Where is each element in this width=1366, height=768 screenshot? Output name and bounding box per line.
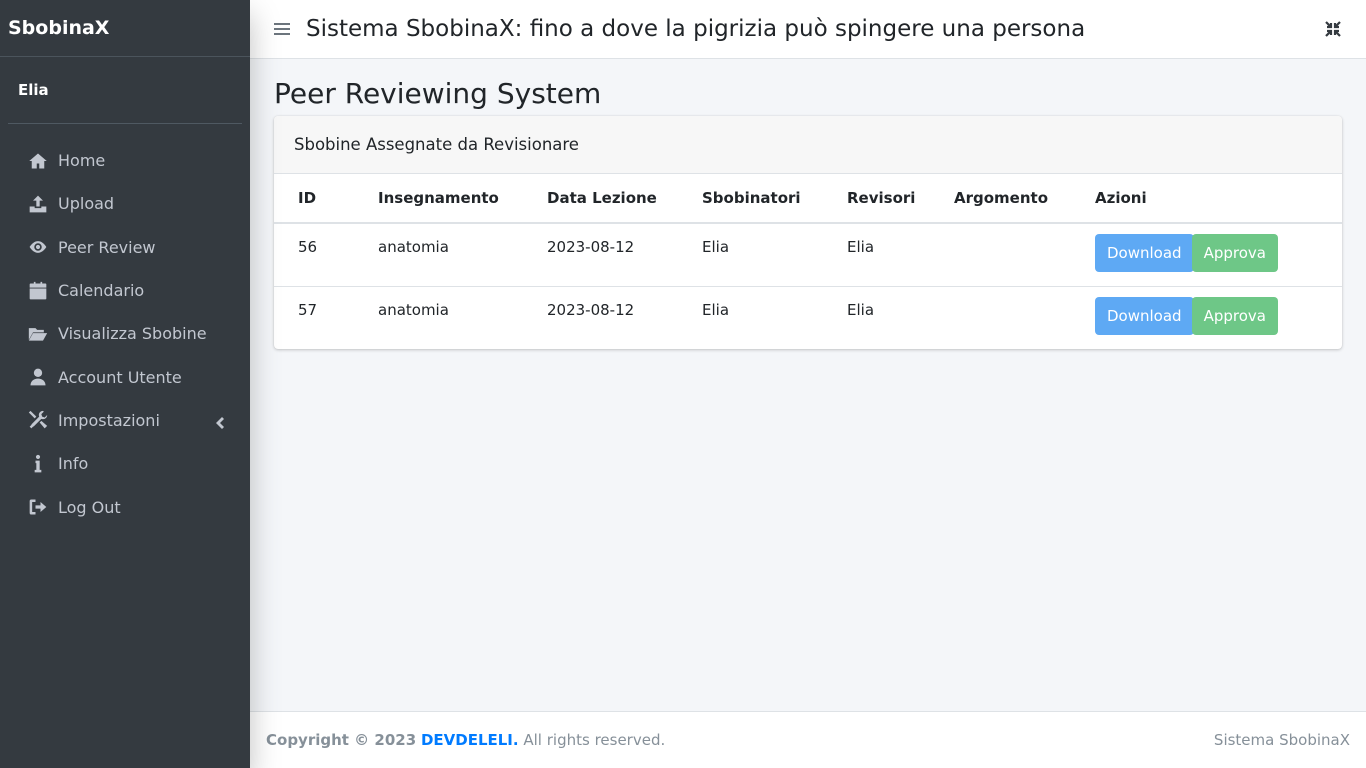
column-header-azioni: Azioni [1071,174,1342,224]
cell-id: 57 [274,285,354,349]
sidebar-item-peer-review[interactable]: Peer Review [8,226,242,269]
cell-sbobinatori: Elia [678,285,823,349]
main-content: Peer Reviewing System Sbobine Assegnate … [274,59,1342,349]
footer-right-text: Sistema SbobinaX [1213,731,1350,749]
brand-text: SbobinaX [8,17,110,39]
sidebar-item-label: Home [58,151,106,171]
approva-button[interactable]: Approva [1191,296,1278,335]
sidebar-item-label: Upload [58,194,115,214]
column-header-sbobinatori: Sbobinatori [678,174,823,224]
copyright-suffix: All rights reserved. [523,731,666,749]
cell-revisori: Elia [847,238,875,256]
cell-insegnamento: anatomia [354,285,523,349]
card-header: Sbobine Assegnate da Revisionare [274,116,1342,174]
column-header-data-lezione: Data Lezione [523,174,678,224]
cell-id: 56 [298,238,318,256]
sidebar: SbobinaX Elia Home Upload Peer Review Ca… [0,0,250,768]
sidebar-nav: Home Upload Peer Review Calendario Visua… [0,139,250,529]
approva-button[interactable]: Approva [1191,234,1278,272]
sidebar-item-info[interactable]: Info [8,442,242,485]
sidebar-item-label: Visualizza Sbobine [58,324,207,344]
sidebar-item-visualizza-sbobine[interactable]: Visualizza Sbobine [8,312,242,355]
column-header-revisori: Revisori [823,174,930,224]
column-header-argomento: Argomento [930,174,1071,224]
user-panel: Elia [8,57,242,124]
cell-azioni: Download Approva [1071,285,1342,349]
sidebar-item-log-out[interactable]: Log Out [8,485,242,528]
compress-icon[interactable] [1324,20,1342,38]
sidebar-item-label: Log Out [58,497,121,517]
copyright-prefix: Copyright © 2023 [266,731,417,749]
user-name[interactable]: Elia [18,81,49,99]
download-button[interactable]: Download [1095,296,1194,335]
tools-icon [28,410,48,430]
sidebar-item-home[interactable]: Home [8,139,242,182]
upload-icon [28,194,48,214]
menu-toggle-icon[interactable] [274,22,290,36]
home-icon [28,151,48,171]
folder-open-icon [28,324,48,344]
page-title: Peer Reviewing System [274,77,602,110]
cell-azioni: Download Approva [1071,223,1342,286]
footer: Copyright © 2023 DEVDELELI. All rights r… [250,711,1366,768]
column-header-id: ID [274,174,354,224]
table-row: 57 anatomia 2023-08-12 Elia Elia Downloa… [274,285,1342,349]
sidebar-item-account-utente[interactable]: Account Utente [8,355,242,398]
card-title: Sbobine Assegnate da Revisionare [294,135,579,154]
sidebar-item-impostazioni[interactable]: Impostazioni [8,399,242,442]
cell-insegnamento: anatomia [378,238,449,256]
eye-icon [28,237,48,257]
cell-argomento [930,285,1071,349]
cell-revisori: Elia [823,285,930,349]
review-table: ID Insegnamento Data Lezione Sbobinatori… [274,174,1342,349]
cell-argomento [930,223,1071,286]
sidebar-item-label: Impostazioni [58,410,160,430]
sidebar-item-label: Account Utente [58,367,182,387]
user-icon [28,367,48,387]
sidebar-item-label: Peer Review [58,237,156,257]
cell-data-lezione: 2023-08-12 [547,238,635,256]
sidebar-item-label: Calendario [58,281,145,301]
brand-link[interactable]: SbobinaX [0,0,250,57]
sidebar-item-calendario[interactable]: Calendario [8,269,242,312]
cell-sbobinatori: Elia [702,238,730,256]
table-row: 56 anatomia 2023-08-12 Elia Elia Downloa… [274,223,1342,286]
chevron-left-icon [214,414,224,430]
sidebar-item-upload[interactable]: Upload [8,182,242,225]
cell-data-lezione: 2023-08-12 [523,285,678,349]
devdeleli-link[interactable]: DEVDELELI. [421,731,519,749]
table-header-row: ID Insegnamento Data Lezione Sbobinatori… [274,174,1342,224]
sign-out-icon [28,497,48,517]
download-button[interactable]: Download [1095,234,1194,272]
column-header-insegnamento: Insegnamento [354,174,523,224]
info-icon [28,454,48,474]
review-card: Sbobine Assegnate da Revisionare ID Inse… [274,116,1342,349]
top-navbar: Sistema SbobinaX: fino a dove la pigrizi… [250,0,1366,59]
copyright-text: Copyright © 2023 DEVDELELI. All rights r… [266,731,665,749]
sidebar-item-label: Info [58,454,89,474]
calendar-icon [28,281,48,301]
navbar-title: Sistema SbobinaX: fino a dove la pigrizi… [306,16,1086,42]
